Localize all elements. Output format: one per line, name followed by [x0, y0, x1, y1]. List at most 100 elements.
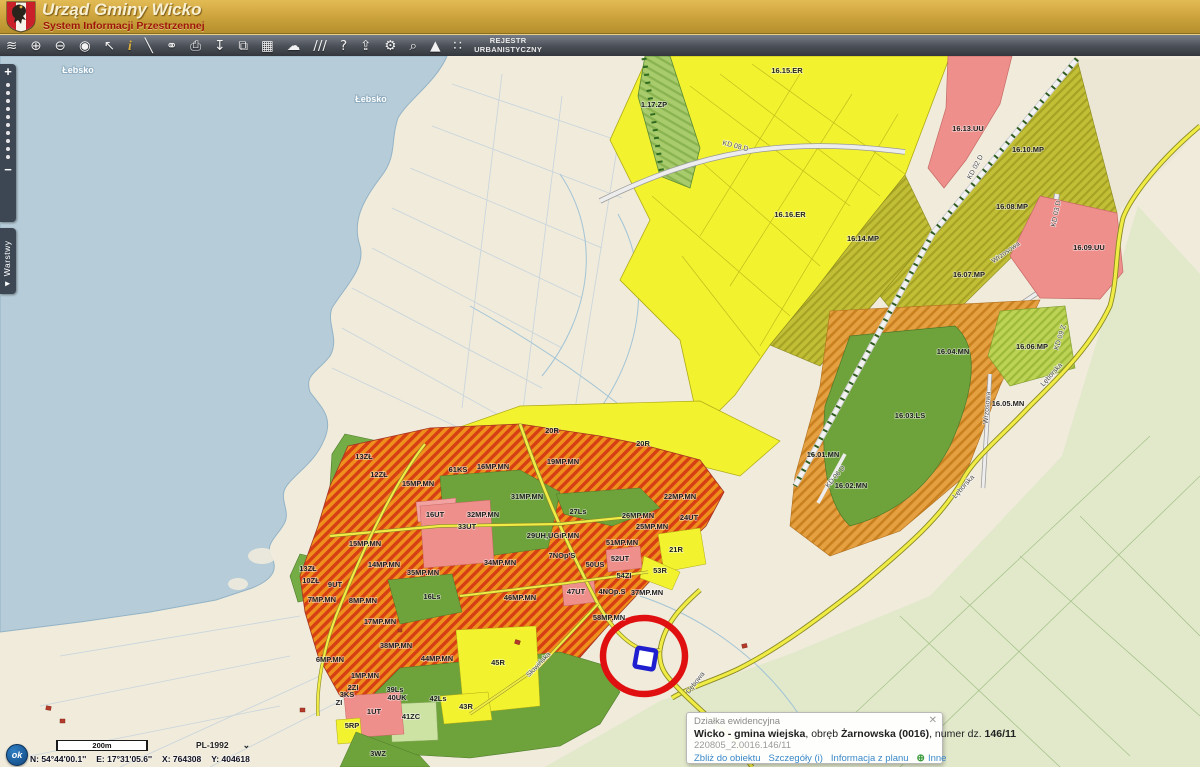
zone-label: 6MP.MN — [316, 655, 344, 664]
zone-label: 24UT — [680, 513, 699, 522]
popup-link[interactable]: Informacja z planu — [831, 753, 909, 764]
zone-label: 14MP.MN — [368, 560, 400, 569]
zone-label: 41ZC — [402, 712, 421, 721]
legend-chart-icon[interactable]: ∷ — [453, 36, 462, 56]
zone-label: 51MP.MN — [606, 538, 638, 547]
identify-info-icon[interactable]: i — [128, 36, 132, 56]
zoom-panel: + − — [0, 64, 16, 222]
zoom-level-dot[interactable] — [6, 139, 10, 143]
zoom-level-dot[interactable] — [6, 131, 10, 135]
popup-link[interactable]: Szczegóły (i) — [769, 753, 823, 764]
zone-label: 16.15.ER — [771, 66, 803, 75]
zone-label: 1.17.ZP — [641, 100, 667, 109]
close-icon[interactable]: ✕ — [929, 715, 937, 726]
zone-label: 16.04.MN — [937, 347, 970, 356]
coord-y: Y: 404618 — [211, 754, 250, 764]
map-canvas[interactable]: ŁebskoŁebsko 1.17.ZP16.15.ER16.13.UU16.1… — [0, 56, 1200, 767]
zone-label: 16.09.UU — [1073, 243, 1105, 252]
popup-link[interactable]: Zbliż do obiektu — [694, 753, 761, 764]
zone-label: 7MP.MN — [308, 595, 336, 604]
app-subtitle: System Informacji Przestrzennej — [43, 20, 205, 32]
toolbar: ≋ ⊕ ⊖ ◉ ↖ i ╲ ⚭ ⎙ ↧ ⧉ ▦ ☁ ///? ⇪ ⚙ ⌕ ▲ ∷ REJESTR URBANISTY… — [0, 34, 1200, 56]
popup-links: Zbliż do obiektu Szczegóły (i) Informacja … — [694, 753, 935, 764]
help-icon[interactable]: ? — [340, 36, 347, 56]
download-icon[interactable]: ↧ — [214, 36, 225, 56]
zoom-level-dot[interactable] — [6, 107, 10, 111]
zoom-in-icon[interactable]: ⊕ — [30, 36, 41, 56]
zone-label: 5RP — [345, 721, 360, 730]
north-arrow-icon[interactable]: ▲ — [430, 36, 440, 56]
popup-link-inne[interactable]: Inne — [928, 753, 947, 764]
pointer-icon[interactable]: ↖ — [104, 36, 115, 56]
copy-view-icon[interactable]: ⧉ — [238, 36, 248, 56]
popup-title: Działka ewidencyjna — [694, 716, 935, 727]
zone-label: 29UH,UGiP.MN — [527, 531, 579, 540]
plus-circle-icon[interactable]: ⊕ — [917, 753, 925, 764]
parcel-info-popup: Działka ewidencyjna ✕ Wicko - gmina wiej… — [686, 712, 943, 764]
zone-label: 16.05.MN — [992, 399, 1025, 408]
zoom-in-button[interactable]: + — [4, 66, 12, 78]
layers-tab[interactable]: ▼ Warstwy — [0, 228, 16, 294]
zone-label: 61KS — [449, 465, 468, 474]
popup-parcel-id: 220805_2.0016.146/11 — [694, 740, 935, 751]
zone-label: 54ZI — [616, 571, 631, 580]
header: Urząd Gminy Wicko System Informacji Prze… — [0, 0, 1200, 34]
zone-label: 45R — [491, 658, 505, 667]
zoom-level-dot[interactable] — [6, 147, 10, 151]
comment-cloud-icon[interactable]: ☁ — [287, 36, 301, 56]
zoom-level-dot[interactable] — [6, 91, 10, 95]
zone-label: 8MP.MN — [349, 596, 377, 605]
zone-label: 50US — [586, 560, 605, 569]
layout-tiles-icon[interactable]: ▦ — [261, 36, 274, 56]
zone-label: 16.06.MP — [1016, 342, 1048, 351]
zoom-level-dot[interactable] — [6, 155, 10, 159]
layers-tab-text: Warstwy — [2, 240, 12, 276]
zoom-level-dot[interactable] — [6, 99, 10, 103]
coord-e: E: 17°31'05.6'' — [96, 754, 152, 764]
zone-label: 32MP.MN — [467, 510, 499, 519]
selected-parcel-highlight[interactable] — [634, 648, 656, 670]
zone-label: 3WZ — [370, 749, 386, 758]
zoom-out-button[interactable]: − — [4, 164, 12, 176]
select-area-icon[interactable]: ◉ — [79, 36, 91, 56]
scale-bar: 200m — [56, 740, 148, 751]
chevron-down-icon: ⌄ — [243, 740, 251, 750]
zone-label: 1MP.MN — [351, 671, 379, 680]
measure-line-icon[interactable]: ╲ — [145, 36, 153, 56]
zone-label: 13ZŁ — [299, 564, 317, 573]
layers-tab-label: ▼ Warstwy — [2, 240, 12, 288]
zone-label: 16UT — [426, 510, 445, 519]
link-icon[interactable]: ⚭ — [166, 36, 177, 56]
measure-lines-icon[interactable]: /// — [313, 36, 327, 56]
zone-label: 31MP.MN — [511, 492, 543, 501]
ok-button[interactable]: ok — [6, 744, 28, 766]
app-title: Urząd Gminy Wicko — [42, 0, 202, 20]
zone-label: 34MP.MN — [484, 558, 516, 567]
zone-label: 4NOp.S — [598, 587, 625, 596]
zone-label: 40UK — [387, 693, 407, 702]
zone-label: 21R — [669, 545, 683, 554]
map-viewport[interactable]: ŁebskoŁebsko 1.17.ZP16.15.ER16.13.UU16.1… — [0, 56, 1200, 767]
zone-label: 13ZŁ — [355, 452, 373, 461]
register-urbanistyczny-button[interactable]: REJESTR URBANISTYCZNY — [474, 37, 542, 54]
zoom-level-dot[interactable] — [6, 83, 10, 87]
zone-label: 43R — [459, 702, 473, 711]
zone-label: 16.13.UU — [952, 124, 984, 133]
water-label: Łebsko — [355, 94, 387, 104]
layers-icon[interactable]: ≋ — [6, 36, 17, 56]
zone-label: 12ZŁ — [370, 470, 388, 479]
gis-application: Urząd Gminy Wicko System Informacji Prze… — [0, 0, 1200, 767]
zone-label: 16.02.MN — [835, 481, 868, 490]
settings-gears-icon[interactable]: ⚙ — [384, 36, 396, 56]
zoom-out-icon[interactable]: ⊖ — [55, 36, 66, 56]
crs-selector[interactable]: PL-1992⌄ — [196, 740, 250, 751]
zoom-level-dot[interactable] — [6, 115, 10, 119]
coord-x: X: 764308 — [162, 754, 201, 764]
print-icon[interactable]: ⎙ — [190, 36, 201, 56]
popup-obreb: Żarnowska (0016) — [841, 728, 929, 740]
zoom-level-dot[interactable] — [6, 123, 10, 127]
cloud-upload-icon[interactable]: ⇪ — [360, 36, 371, 56]
search-magnifier-icon[interactable]: ⌕ — [410, 36, 418, 56]
zone-label: 53R — [653, 566, 667, 575]
zone-label: 10ZŁ — [302, 576, 320, 585]
